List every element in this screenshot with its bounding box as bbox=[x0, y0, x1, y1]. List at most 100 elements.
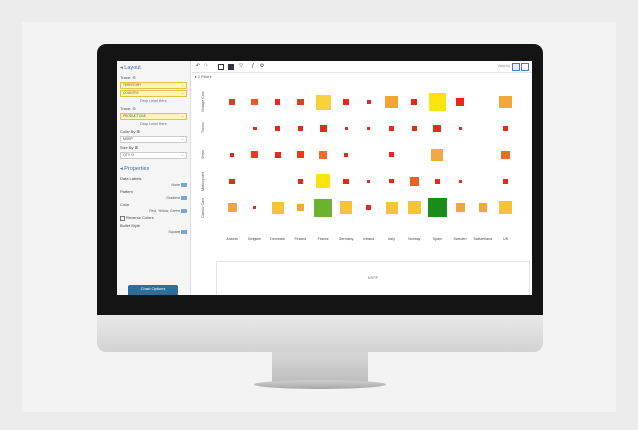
chevron-down-icon: ⌄ bbox=[181, 137, 184, 141]
heatmap-cell[interactable] bbox=[499, 201, 512, 214]
pattern-select[interactable]: Gradient bbox=[120, 196, 187, 201]
heatmap-cell[interactable] bbox=[229, 152, 235, 158]
bullet-style-value: Square bbox=[168, 229, 180, 234]
trace1-chip-territory[interactable]: TERRITORY ⌄ bbox=[120, 82, 187, 89]
heatmap-cell[interactable] bbox=[427, 198, 447, 217]
bullet-style-select[interactable]: Square bbox=[120, 230, 187, 234]
chip-label: COUNTRY bbox=[123, 91, 139, 95]
heatmap-cell[interactable] bbox=[458, 126, 462, 130]
color-by-select[interactable]: MSRP ⌄ bbox=[120, 136, 187, 143]
heatmap-cell[interactable] bbox=[428, 93, 446, 111]
heatmap-cell[interactable] bbox=[297, 178, 304, 184]
heatmap-cell[interactable] bbox=[367, 126, 371, 130]
heatmap-cell[interactable] bbox=[319, 151, 327, 159]
heatmap-cell[interactable] bbox=[388, 125, 395, 132]
chevron-down-icon: ⌄ bbox=[181, 153, 184, 157]
heatmap-cell[interactable] bbox=[458, 179, 462, 183]
reverse-colors-row[interactable]: Reverse Colors bbox=[117, 214, 190, 221]
heatmap-cell[interactable] bbox=[502, 178, 509, 184]
heatmap-cell[interactable] bbox=[253, 206, 257, 210]
trace1-chip-country[interactable]: COUNTRY ⌄ bbox=[120, 90, 187, 97]
bullet-style-label: Bullet Style bbox=[120, 222, 141, 228]
heatmap-cell[interactable] bbox=[343, 178, 349, 184]
chevron-down-icon: ⌄ bbox=[181, 114, 184, 118]
heatmap-cell[interactable] bbox=[385, 95, 398, 109]
properties-title: Properties bbox=[124, 166, 150, 172]
heatmap-cell[interactable] bbox=[388, 152, 395, 158]
heatmap-cell[interactable] bbox=[456, 98, 464, 106]
heatmap-cell[interactable] bbox=[229, 178, 235, 184]
drop-level-zone-2[interactable]: Drop Level Here bbox=[120, 121, 187, 127]
layout-panel-icon[interactable] bbox=[218, 64, 224, 70]
trace2-chip-productline[interactable]: PRODUCTLINE ⌄ bbox=[120, 113, 187, 120]
drop-level-zone-1[interactable]: Drop Level Here bbox=[120, 98, 187, 104]
heatmap-cell[interactable] bbox=[339, 201, 353, 214]
pattern-value: Gradient bbox=[166, 196, 180, 201]
heatmap-cell[interactable] bbox=[316, 174, 331, 189]
heatmap-cell[interactable] bbox=[499, 95, 512, 109]
chart-options-button[interactable]: Chart Options bbox=[128, 285, 178, 295]
column-label: UK bbox=[503, 237, 509, 241]
app-screen: ◂ Layout Trace: ⊖ TERRITORY ⌄ COUNTRY ⌄ Dr… bbox=[117, 61, 532, 295]
heatmap-cell[interactable] bbox=[297, 98, 304, 106]
filters-toggle[interactable]: ▸ 2 Filters bbox=[195, 74, 211, 79]
heatmap-cell[interactable] bbox=[411, 125, 418, 132]
heatmap-cell[interactable] bbox=[434, 178, 440, 184]
heatmap-cell[interactable] bbox=[252, 126, 257, 131]
heatmap-cell[interactable] bbox=[297, 125, 304, 132]
heatmap-cell[interactable] bbox=[503, 126, 508, 131]
heatmap-cell[interactable] bbox=[431, 148, 444, 161]
heatmap-cell[interactable] bbox=[319, 125, 327, 132]
heatmap-cell[interactable] bbox=[433, 124, 441, 133]
heatmap-cell[interactable] bbox=[296, 203, 305, 212]
heatmap-cell[interactable] bbox=[411, 99, 418, 105]
heatmap-cell[interactable] bbox=[314, 198, 333, 217]
data-labels-select[interactable]: None bbox=[120, 183, 187, 188]
link-icon: ⊖ bbox=[132, 75, 136, 80]
size-icon: ⊞ bbox=[134, 145, 139, 150]
reverse-colors-checkbox[interactable] bbox=[120, 215, 125, 221]
heatmap-cell[interactable] bbox=[228, 98, 236, 106]
heatmap-cell[interactable] bbox=[409, 176, 419, 186]
chip-label: PRODUCTLINE bbox=[123, 114, 146, 118]
heatmap-cell[interactable] bbox=[315, 94, 331, 110]
layout-title: Layout bbox=[124, 65, 141, 71]
heatmap-cell[interactable] bbox=[366, 204, 372, 211]
heatmap-cell[interactable] bbox=[271, 201, 284, 214]
heatmap-cell[interactable] bbox=[408, 201, 421, 214]
heatmap-cell[interactable] bbox=[344, 126, 348, 130]
heatmap-cell[interactable] bbox=[274, 99, 281, 105]
size-by-select[interactable]: QTY. O ⌄ bbox=[120, 152, 187, 159]
heatmap-cell[interactable] bbox=[344, 152, 348, 157]
view-chart-icon[interactable] bbox=[521, 63, 529, 71]
heatmap-cell[interactable] bbox=[297, 151, 304, 159]
heatmap-cell[interactable] bbox=[343, 99, 349, 105]
row-label: Classic Cars bbox=[201, 197, 205, 218]
heatmap-cell[interactable] bbox=[366, 100, 371, 104]
link-icon: ⊖ bbox=[132, 106, 136, 111]
view-table-icon[interactable] bbox=[512, 63, 520, 71]
heatmap-cell[interactable] bbox=[251, 98, 259, 106]
heatmap-cell[interactable] bbox=[478, 203, 487, 212]
formula-icon[interactable]: ƒ bbox=[250, 63, 256, 69]
heatmap-cell[interactable] bbox=[501, 150, 510, 159]
heatmap-cell[interactable] bbox=[274, 151, 281, 158]
properties-section-header[interactable]: ◂ Properties bbox=[117, 160, 190, 175]
heatmap-cell[interactable] bbox=[455, 203, 465, 213]
settings-icon[interactable]: ⚙ bbox=[259, 63, 265, 69]
color-select[interactable]: Red, Yellow, Green bbox=[120, 209, 187, 214]
trace1-label-row: Trace: ⊖ bbox=[117, 74, 190, 81]
redo-icon[interactable]: ↷ bbox=[203, 63, 209, 69]
heatmap-cell[interactable] bbox=[227, 203, 237, 213]
heatmap-cell[interactable] bbox=[274, 125, 281, 132]
heatmap-cell[interactable] bbox=[389, 178, 394, 184]
filter-icon[interactable]: ▽ bbox=[238, 63, 244, 69]
heatmap-cell[interactable] bbox=[385, 201, 398, 214]
layout-section-header[interactable]: ◂ Layout bbox=[117, 61, 190, 74]
grid-icon[interactable] bbox=[228, 64, 234, 70]
monitor-chin bbox=[97, 315, 543, 352]
heatmap-cell[interactable] bbox=[367, 179, 371, 183]
secondary-chart-label: MSRP bbox=[367, 276, 379, 280]
heatmap-cell[interactable] bbox=[251, 151, 259, 159]
undo-icon[interactable]: ↶ bbox=[195, 63, 201, 69]
